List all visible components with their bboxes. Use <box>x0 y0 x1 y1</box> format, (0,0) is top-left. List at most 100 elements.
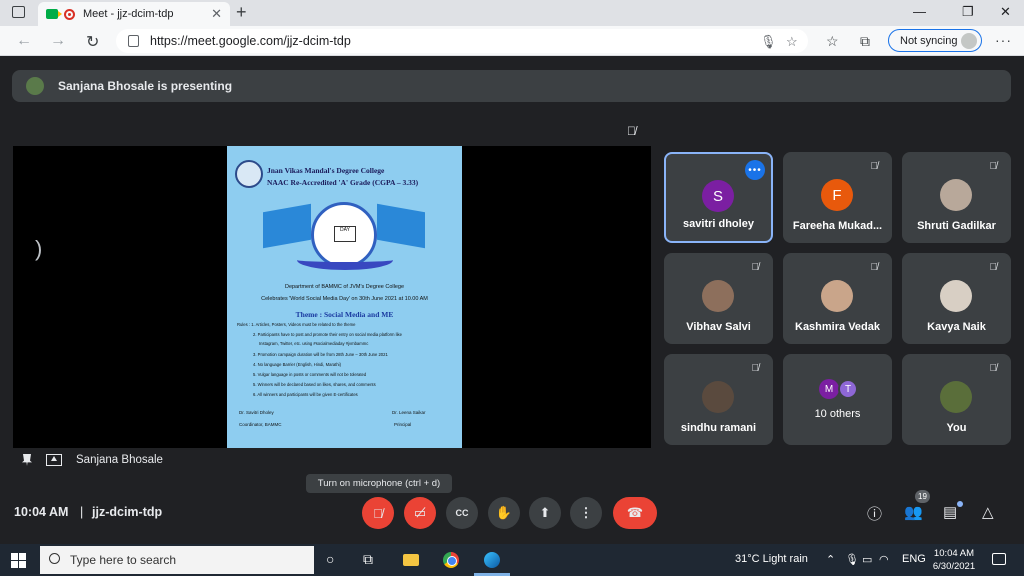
mic-off-icon: 🎙̸ <box>627 124 636 138</box>
chrome-icon[interactable] <box>443 552 459 568</box>
mic-off-icon: 🎙̸ <box>870 161 879 172</box>
browser-menu-icon[interactable]: ··· <box>995 32 1012 48</box>
raise-hand-button[interactable]: ✋ <box>488 497 520 529</box>
participant-tile[interactable]: ••• S savitri dholey <box>664 152 773 243</box>
clock[interactable]: 10:04 AM 6/30/2021 <box>920 547 988 573</box>
tab-actions-icon[interactable] <box>12 6 25 18</box>
chat-icon[interactable]: ▤ <box>943 503 957 521</box>
poster-rule: Instagram, Twitter, etc. using #socialme… <box>259 341 369 346</box>
battery-icon[interactable]: ▭ <box>862 553 872 566</box>
weather-widget[interactable]: 31°C Light rain <box>735 553 808 565</box>
end-call-icon: ☎ <box>626 505 644 520</box>
new-tab-button[interactable]: + <box>236 2 247 23</box>
pin-icon[interactable] <box>22 454 32 466</box>
participant-name: savitri dholey <box>683 218 754 230</box>
mic-off-icon: 🎙̸ <box>870 262 879 273</box>
captions-icon: CC <box>455 508 469 518</box>
sig-left-name: Dr. Savitri Dholey <box>239 410 274 415</box>
avatar: S <box>702 180 734 212</box>
chat-notification-dot <box>957 501 963 507</box>
meeting-time: 10:04 AM <box>14 505 69 519</box>
clock-date: 6/30/2021 <box>932 561 976 572</box>
collections-icon[interactable]: ⧉ <box>860 33 870 50</box>
people-icon[interactable]: 👥 <box>904 503 923 521</box>
avatar: F <box>821 179 853 211</box>
participant-tile[interactable]: 🎙̸ sindhu ramani <box>664 354 773 445</box>
others-tile[interactable]: M T 10 others <box>783 354 892 445</box>
add-favorite-icon[interactable]: ☆ <box>786 34 798 50</box>
mic-off-icon: 🎙̸ <box>989 161 998 172</box>
minimize-button[interactable]: — <box>913 4 926 19</box>
poster-rule: Rules : 1. Articles, Posters, Videos mus… <box>237 322 356 327</box>
reload-icon[interactable]: ↻ <box>86 32 99 52</box>
participant-tile[interactable]: 🎙̸ Kashmira Vedak <box>783 253 892 344</box>
more-options-button[interactable]: ⋮ <box>570 497 602 529</box>
captions-button[interactable]: CC <box>446 497 478 529</box>
window-close-button[interactable]: ✕ <box>1000 4 1011 20</box>
poster-rule: 3. Promotion campaign duration will be f… <box>253 352 388 357</box>
participant-tile[interactable]: 🎙̸ F Fareeha Mukad... <box>783 152 892 243</box>
poster-college-line1: Jnan Vikas Mandal's Degree College <box>267 166 385 175</box>
microphone-tooltip: Turn on microphone (ctrl + d) <box>306 474 452 493</box>
present-icon: ⬆ <box>539 505 551 520</box>
participant-name: You <box>946 422 967 434</box>
presenter-name: Sanjana Bhosale <box>76 454 163 466</box>
clock-time: 10:04 AM <box>933 548 975 559</box>
search-icon <box>49 553 60 564</box>
participant-tile[interactable]: 🎙̸ Shruti Gadilkar <box>902 152 1011 243</box>
microphone-toggle-button[interactable]: 🎙̸ <box>362 497 394 529</box>
back-icon[interactable]: ← <box>16 32 32 50</box>
mic-off-icon: 🎙̸ <box>989 363 998 374</box>
cortana-icon[interactable]: ○ <box>326 551 334 567</box>
network-icon[interactable]: ◠ <box>879 553 889 566</box>
college-seal-icon <box>235 160 263 188</box>
presenting-text: Sanjana Bhosale is presenting <box>58 79 233 93</box>
taskbar-search-input[interactable]: Type here to search <box>40 546 314 574</box>
file-explorer-icon[interactable] <box>403 554 419 566</box>
meeting-code: jjz-dcim-tdp <box>92 505 163 519</box>
profile-sync-button[interactable]: Not syncing <box>888 29 982 52</box>
participant-tile[interactable]: 🎙̸ Kavya Naik <box>902 253 1011 344</box>
tray-chevron-icon[interactable]: ⌃ <box>826 553 835 566</box>
present-now-button[interactable]: ⬆ <box>529 497 561 529</box>
mic-off-icon: 🎙̸ <box>751 262 760 273</box>
activities-icon[interactable]: △ <box>982 503 994 521</box>
hands-swoosh-graphic <box>297 250 393 270</box>
social-icons-right <box>377 203 425 249</box>
others-count: 10 others <box>814 408 861 420</box>
windows-start-icon[interactable] <box>11 553 26 568</box>
sig-right-name: Dr. Leena Saikar <box>392 410 426 415</box>
people-count-badge: 19 <box>915 490 930 503</box>
poster-theme: Theme : Social Media and ME <box>295 310 394 319</box>
participant-name: Vibhav Salvi <box>686 321 751 333</box>
participant-name: Kavya Naik <box>927 321 986 333</box>
close-tab-icon[interactable]: ✕ <box>211 6 222 22</box>
camera-toggle-button[interactable]: ▭̸ <box>404 497 436 529</box>
meeting-details-icon[interactable]: ⓘ <box>867 503 882 524</box>
avatar <box>940 179 972 211</box>
microphone-tray-icon[interactable]: 🎙 <box>845 553 859 566</box>
lock-icon[interactable] <box>128 35 139 47</box>
forward-icon[interactable]: → <box>50 32 66 50</box>
favorites-icon[interactable]: ☆ <box>826 33 839 50</box>
url-field[interactable]: https://meet.google.com/jjz-dcim-tdp 🎙 ☆ <box>116 29 808 53</box>
hand-icon: ✋ <box>495 505 513 520</box>
browser-tab-bar: Meet - jjz-dcim-tdp ✕ + — ❐ ✕ <box>0 0 1024 26</box>
avatar <box>940 381 972 413</box>
notifications-icon[interactable] <box>992 553 1006 565</box>
avatar <box>702 381 734 413</box>
participant-name: sindhu ramani <box>680 422 757 434</box>
participant-name: Shruti Gadilkar <box>917 220 996 232</box>
self-tile[interactable]: 🎙̸ You <box>902 354 1011 445</box>
browser-tab[interactable]: Meet - jjz-dcim-tdp ✕ <box>38 2 230 26</box>
microphone-icon[interactable]: 🎙 <box>760 34 777 50</box>
task-view-icon[interactable]: ⧉ <box>363 551 373 568</box>
mic-off-icon: 🎙̸ <box>373 505 383 521</box>
day-badge: DAY <box>334 226 356 242</box>
participant-name: Kashmira Vedak <box>795 321 880 333</box>
leave-call-button[interactable]: ☎ <box>613 497 657 529</box>
edge-icon[interactable] <box>484 552 500 568</box>
restore-button[interactable]: ❐ <box>962 4 974 20</box>
participant-tile[interactable]: 🎙̸ Vibhav Salvi <box>664 253 773 344</box>
more-options-icon[interactable]: ••• <box>745 160 765 180</box>
